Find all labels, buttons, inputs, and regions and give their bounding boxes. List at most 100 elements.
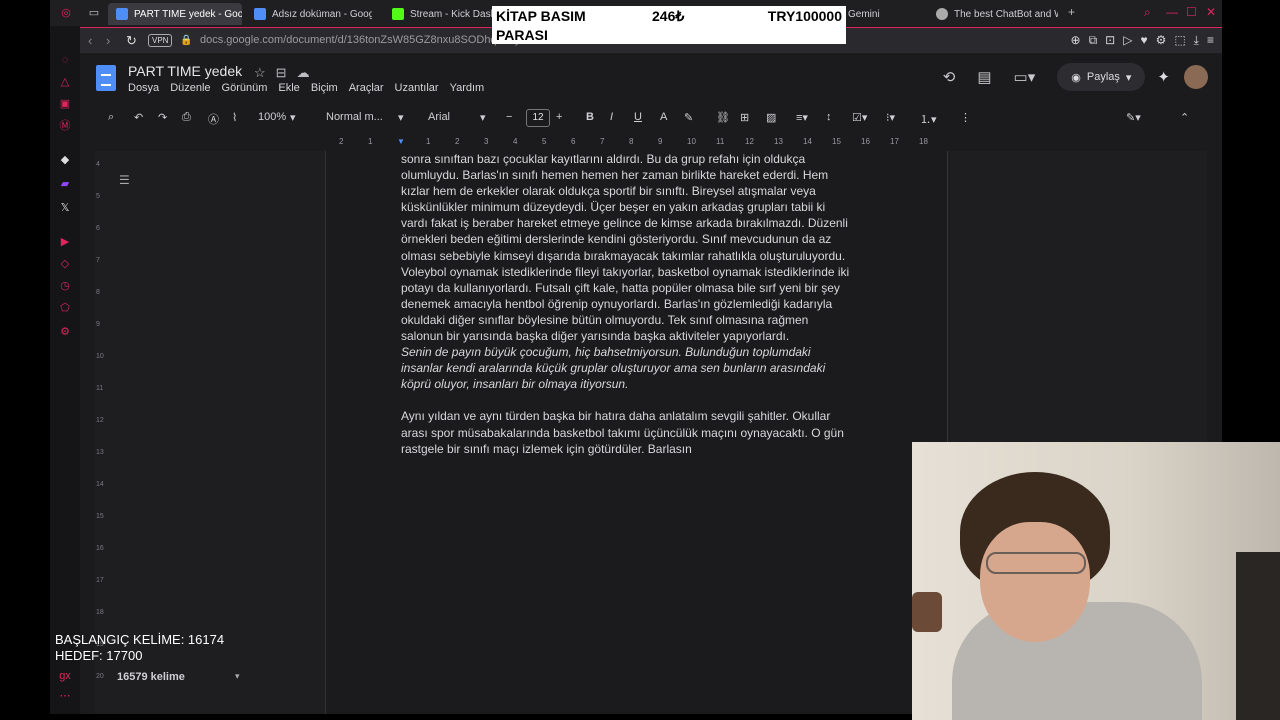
new-tab-button[interactable]: +	[1068, 5, 1075, 19]
tab-chatbot[interactable]: The best ChatBot and Wr	[928, 3, 1058, 25]
docs-logo-icon[interactable]	[96, 65, 116, 91]
font-select[interactable]: Arial	[428, 111, 450, 123]
mail-icon[interactable]: Ⓜ	[59, 120, 71, 132]
search-icon[interactable]: ⌕	[1144, 5, 1151, 20]
zoom-select[interactable]: 100%	[258, 111, 286, 123]
x-icon[interactable]: 𝕏	[59, 202, 71, 214]
lock-icon[interactable]: 🔒	[180, 35, 192, 46]
bold-icon[interactable]: B	[586, 111, 594, 123]
comment-icon[interactable]: ⊞	[740, 111, 749, 124]
link-icon[interactable]: ⛓	[716, 111, 730, 124]
messenger-icon[interactable]: ▣	[59, 98, 71, 110]
gemini-icon[interactable]: ✦	[1157, 68, 1170, 86]
close-window-icon[interactable]: ✕	[1206, 5, 1216, 19]
tab-part-time[interactable]: PART TIME yedek - Goog ×	[108, 3, 242, 25]
heart-icon[interactable]: ♥	[1140, 33, 1147, 48]
print-icon[interactable]: ⎙	[182, 111, 191, 124]
minimize-icon[interactable]: —	[1166, 5, 1178, 19]
collapse-icon[interactable]: ⌃	[1180, 111, 1189, 124]
more-icon[interactable]: ⋯	[59, 690, 71, 702]
aria-icon[interactable]: ◌	[59, 54, 71, 66]
indent-marker-icon[interactable]: ▼	[397, 137, 405, 146]
highlight-icon[interactable]: ✎	[684, 111, 693, 124]
history-icon[interactable]: ⟲	[943, 68, 956, 86]
back-icon[interactable]: ‹	[88, 33, 92, 48]
play-icon[interactable]: ▷	[1123, 33, 1132, 48]
style-select[interactable]: Normal m...	[326, 111, 383, 123]
vertical-ruler: 4 5 6 7 8 9 10 11 12 13 14 15 16 17 18 1…	[95, 151, 105, 714]
numbered-list-icon[interactable]: ⒈▾	[920, 111, 937, 127]
player-icon[interactable]: ▶	[59, 236, 71, 248]
twitch-icon[interactable]: ▰	[59, 178, 71, 190]
line-spacing-icon[interactable]: ↕	[826, 111, 832, 123]
word-count[interactable]: 16579 kelime	[117, 671, 185, 683]
tab-adsiz[interactable]: Adsız doküman - Google	[246, 3, 372, 25]
tab-gemini[interactable]: Gemini	[840, 3, 900, 25]
redo-icon[interactable]: ↷	[158, 111, 167, 124]
ruler-tick: 3	[484, 137, 489, 146]
meet-icon[interactable]: ▭▾	[1014, 68, 1036, 86]
share-button[interactable]: ◉ Paylaş ▾	[1057, 63, 1146, 91]
move-folder-icon[interactable]: ⊟	[276, 65, 287, 81]
kick-icon[interactable]: ◆	[59, 154, 71, 166]
bookmark-icon[interactable]: ◇	[59, 258, 71, 270]
menu-help[interactable]: Yardım	[450, 82, 485, 94]
menu-view[interactable]: Görünüm	[222, 82, 268, 94]
maximize-icon[interactable]: ☐	[1186, 5, 1197, 19]
document-title[interactable]: PART TIME yedek	[128, 63, 242, 79]
tab-menu-icon[interactable]: ▭	[88, 7, 100, 19]
star-icon[interactable]: ☆	[254, 65, 266, 81]
underline-icon[interactable]: U	[634, 111, 642, 123]
decrease-font-icon[interactable]: −	[506, 111, 512, 123]
forward-icon[interactable]: ›	[106, 33, 110, 48]
edit-mode-icon[interactable]: ✎▾	[1126, 111, 1141, 124]
avatar[interactable]	[1184, 65, 1208, 89]
menu-tools[interactable]: Araçlar	[349, 82, 384, 94]
image-icon[interactable]: ▨	[766, 111, 776, 124]
menu-icon[interactable]: ≡	[1207, 33, 1214, 48]
document-page[interactable]: sonra sınıftan bazı çocuklar kayıtlarını…	[325, 151, 948, 714]
align-icon[interactable]: ≡▾	[796, 111, 808, 124]
more-icon[interactable]: ⋮	[960, 111, 971, 124]
gx-icon[interactable]: gx	[59, 670, 71, 682]
menu-file[interactable]: Dosya	[128, 82, 159, 94]
opera-logo-icon[interactable]: ◎	[60, 7, 72, 19]
menu-insert[interactable]: Ekle	[278, 82, 299, 94]
search-icon[interactable]: ⌕	[108, 111, 114, 124]
header-actions: ⟲ ▤ ▭▾ ◉ Paylaş ▾ ✦	[943, 63, 1222, 91]
text-color-icon[interactable]: A	[660, 111, 667, 123]
tab-kick[interactable]: Stream - Kick Dashbo	[384, 3, 494, 25]
outline-icon[interactable]: ☰	[119, 173, 130, 187]
vpn-badge[interactable]: VPN	[148, 34, 173, 47]
extensions-icon[interactable]: ⚙	[1156, 33, 1167, 48]
bullet-list-icon[interactable]: ⁝▾	[886, 111, 895, 124]
pin-icon[interactable]: ⊡	[1105, 33, 1115, 48]
italic-icon[interactable]: I	[610, 111, 613, 123]
vruler-tick: 4	[96, 161, 100, 168]
history-icon[interactable]: ◷	[59, 280, 71, 292]
extension-icon[interactable]: ⬠	[59, 302, 71, 314]
chevron-down-icon[interactable]: ▾	[235, 671, 240, 682]
zoom-icon[interactable]: ⊕	[1071, 33, 1081, 48]
font-size-input[interactable]: 12	[526, 109, 550, 127]
increase-font-icon[interactable]: +	[556, 111, 562, 123]
ruler-tick: 7	[600, 137, 605, 146]
paint-format-icon[interactable]: ⌇	[232, 111, 237, 124]
cloud-icon[interactable]: ☁	[297, 65, 310, 81]
menu-extensions[interactable]: Uzantılar	[395, 82, 439, 94]
snapshot-icon[interactable]: ⬚	[1174, 33, 1185, 48]
screenshot-icon[interactable]: ⧉	[1089, 33, 1098, 48]
workspace-icon[interactable]: △	[59, 76, 71, 88]
download-icon[interactable]: ⤓	[1194, 33, 1199, 48]
url-field[interactable]: docs.google.com/document/d/136tonZsW85GZ…	[200, 34, 526, 46]
settings-icon[interactable]: ⚙	[59, 326, 71, 338]
ruler[interactable]: 2 1 ▼ 1 2 3 4 5 6 7 8 9 10 11 12 13 14 1…	[325, 137, 949, 149]
menu-format[interactable]: Biçim	[311, 82, 338, 94]
checklist-icon[interactable]: ☑▾	[852, 111, 867, 124]
spellcheck-icon[interactable]: Ⓐ	[208, 111, 219, 127]
comments-icon[interactable]: ▤	[977, 68, 991, 86]
reload-icon[interactable]: ↻	[126, 33, 137, 49]
undo-icon[interactable]: ↶	[134, 111, 143, 124]
menu-edit[interactable]: Düzenle	[170, 82, 210, 94]
document-body[interactable]: sonra sınıftan bazı çocuklar kayıtlarını…	[401, 151, 881, 457]
